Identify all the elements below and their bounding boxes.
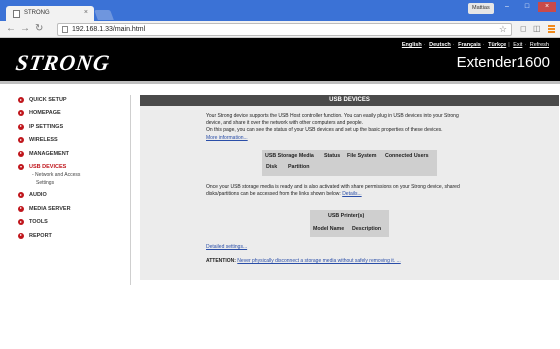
column-header: Connected Users xyxy=(385,153,429,159)
arrow-bullet-icon xyxy=(18,205,24,212)
sidebar-item-label: USB DEVICES xyxy=(29,163,67,170)
sidebar-item-label: HOMEPAGE xyxy=(29,110,61,117)
page-title: USB DEVICES xyxy=(140,95,559,106)
arrow-bullet-icon xyxy=(18,137,24,144)
page-info-icon[interactable] xyxy=(62,26,68,33)
detailed-settings-link[interactable]: Detailed settings... xyxy=(206,244,506,251)
arrow-bullet-icon xyxy=(18,150,24,157)
sidebar-item-media-server[interactable]: MEDIA SERVER xyxy=(18,204,128,217)
close-window-button[interactable]: × xyxy=(538,2,556,12)
url-text: 192.168.1.33/main.html xyxy=(72,26,146,33)
column-header: Model Name xyxy=(313,226,345,232)
attention-label: ATTENTION: xyxy=(206,258,236,264)
table-header-row: USB Storage Media Status File System Con… xyxy=(262,150,437,161)
sidebar-item-quick-setup[interactable]: QUICK SETUP xyxy=(18,95,128,108)
usb-printer-table: USB Printer(s) Model Name Description xyxy=(310,210,389,237)
column-header: USB Storage Media xyxy=(265,153,314,159)
share-line: disks/partitions can be accessed from th… xyxy=(206,191,341,198)
safe-removal-link[interactable]: Never physically disconnect a storage me… xyxy=(237,258,400,264)
arrow-bullet-icon xyxy=(18,97,24,103)
maximize-button[interactable]: □ xyxy=(518,2,536,12)
forward-icon[interactable]: → xyxy=(20,23,30,35)
language-english[interactable]: English xyxy=(402,42,422,48)
intro-text: Your Strong device supports the USB Host… xyxy=(206,113,506,142)
content-panel: USB DEVICES Your Strong device supports … xyxy=(140,95,559,280)
sidebar-item-label: TOOLS xyxy=(29,219,48,226)
intro-line: On this page, you can see the status of … xyxy=(206,127,443,134)
subitem-label-line2: Settings xyxy=(36,179,55,186)
header-divider xyxy=(0,81,560,84)
sidebar-item-label: AUDIO xyxy=(29,192,47,199)
sidebar-item-homepage[interactable]: HOMEPAGE xyxy=(18,108,128,121)
column-header: File System xyxy=(347,153,377,159)
table-title: USB Printer(s) xyxy=(328,213,365,219)
reload-icon[interactable]: ↻ xyxy=(35,23,43,35)
details-link[interactable]: Details... xyxy=(342,191,361,197)
column-subheader: Partition xyxy=(288,164,310,170)
extension-icon-2[interactable]: ◫ xyxy=(533,24,541,33)
table-header-row: Model Name Description xyxy=(310,223,389,234)
language-links: English · Deutsch · Français · Türkçe | Exit… xyxy=(401,42,549,48)
device-model: Extender1600 xyxy=(456,54,550,71)
bookmark-star-icon[interactable]: ☆ xyxy=(499,24,507,35)
column-header: Description xyxy=(352,226,382,232)
sidebar-item-audio[interactable]: AUDIO xyxy=(18,190,128,203)
tab-title: STRONG xyxy=(24,10,50,16)
share-line: Once your USB storage media is ready and… xyxy=(206,184,460,190)
table-title-row: USB Printer(s) xyxy=(310,210,389,221)
sidebar-item-tools[interactable]: TOOLS xyxy=(18,217,128,230)
tab-close-icon[interactable]: × xyxy=(84,9,88,16)
language-turkce[interactable]: Türkçe xyxy=(488,42,506,48)
profile-button[interactable]: Mattias xyxy=(468,3,494,14)
sidebar-item-ip-settings[interactable]: IP SETTINGS xyxy=(18,122,128,135)
arrow-bullet-icon xyxy=(18,192,24,199)
sidebar-item-label: MEDIA SERVER xyxy=(29,205,71,212)
column-subheader: Disk xyxy=(266,164,278,170)
extension-icon[interactable]: ◻ xyxy=(520,24,527,33)
intro-line: device, and share it over the network wi… xyxy=(206,120,364,127)
browser-menu-icon[interactable] xyxy=(548,25,555,33)
arrow-bullet-icon xyxy=(18,219,24,226)
browser-tab[interactable]: STRONG × xyxy=(6,6,94,21)
sidebar-item-label: QUICK SETUP xyxy=(29,97,67,103)
address-bar[interactable]: 192.168.1.33/main.html ☆ xyxy=(57,23,512,36)
arrow-bullet-icon xyxy=(18,232,24,239)
exit-link[interactable]: Exit xyxy=(513,42,522,48)
minimize-button[interactable]: – xyxy=(498,2,516,12)
sidebar-item-wireless[interactable]: WIRELESS xyxy=(18,135,128,148)
sidebar-item-label: WIRELESS xyxy=(29,137,58,144)
browser-toolbar: ← → ↻ 192.168.1.33/main.html ☆ ◻ ◫ xyxy=(0,21,560,38)
sidebar-item-label: REPORT xyxy=(29,232,52,239)
language-francais[interactable]: Français xyxy=(458,42,481,48)
attention-notice: ATTENTION: Never physically disconnect a… xyxy=(206,258,401,264)
browser-tab-bar: STRONG × Mattias – □ × xyxy=(0,0,560,21)
strong-logo: STRONG xyxy=(14,50,112,75)
arrow-bullet-icon xyxy=(18,110,24,117)
share-text: Once your USB storage media is ready and… xyxy=(206,184,546,198)
window-controls: – □ × xyxy=(498,2,556,12)
sidebar-nav: QUICK SETUP HOMEPAGE IP SETTINGS WIRELES… xyxy=(18,95,128,244)
page-header: STRONG English · Deutsch · Français · Türkç… xyxy=(0,38,560,81)
usb-storage-table: USB Storage Media Status File System Con… xyxy=(262,150,437,176)
sidebar-item-label: MANAGEMENT xyxy=(29,150,70,157)
more-information-link[interactable]: More information... xyxy=(206,135,248,141)
language-deutsch[interactable]: Deutsch xyxy=(429,42,451,48)
table-subheader-row: Disk Partition xyxy=(262,161,437,172)
intro-line: Your Strong device supports the USB Host… xyxy=(206,113,459,119)
page-icon xyxy=(13,10,20,18)
sidebar-item-report[interactable]: REPORT xyxy=(18,231,128,244)
sidebar-divider xyxy=(130,95,131,285)
arrow-bullet-icon xyxy=(18,123,24,130)
new-tab-button[interactable] xyxy=(94,10,114,20)
column-header: Status xyxy=(324,153,341,159)
sidebar-item-label: IP SETTINGS xyxy=(29,123,64,130)
back-icon[interactable]: ← xyxy=(6,23,16,35)
refresh-link[interactable]: Refresh xyxy=(530,42,549,48)
sidebar-item-usb-devices[interactable]: USB DEVICES xyxy=(18,162,128,175)
arrow-down-bullet-icon xyxy=(18,163,24,170)
sidebar-item-management[interactable]: MANAGEMENT xyxy=(18,149,128,162)
